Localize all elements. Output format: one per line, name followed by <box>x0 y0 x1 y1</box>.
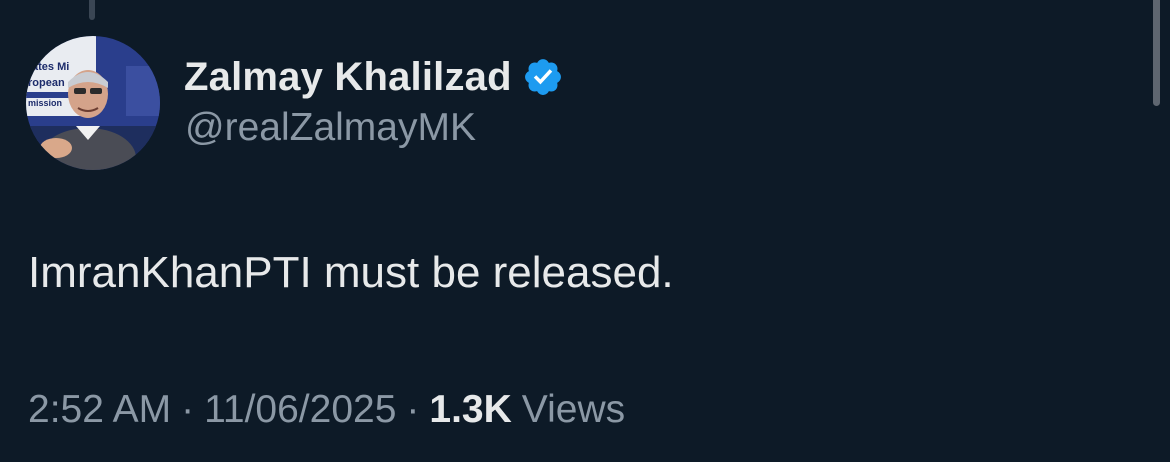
views-label: Views <box>521 388 626 431</box>
verified-badge-icon[interactable] <box>522 56 564 98</box>
tweet-time[interactable]: 2:52 AM <box>28 388 171 432</box>
avatar-banner-line-2: ropean <box>28 77 65 89</box>
meta-separator: · <box>406 388 420 431</box>
display-name-row[interactable]: Zalmay Khalilzad <box>184 52 564 102</box>
tweet-text: ImranKhanPTI must be released. <box>28 248 674 297</box>
avatar-photo: ates Mi ropean mission <box>26 36 160 170</box>
tweet-metadata: 2:52 AM · 11/06/2025 · 1.3K Views <box>28 388 625 432</box>
views-count[interactable]: 1.3K <box>429 388 511 432</box>
scrollbar[interactable] <box>1153 0 1160 106</box>
thread-connector-line <box>89 0 95 20</box>
display-name[interactable]: Zalmay Khalilzad <box>184 55 512 100</box>
tweet-date[interactable]: 11/06/2025 <box>204 388 396 432</box>
avatar-banner-line-1: ates Mi <box>32 61 69 73</box>
avatar-banner-line-3: mission <box>28 98 62 108</box>
user-handle[interactable]: @realZalmayMK <box>185 106 476 150</box>
meta-separator: · <box>181 388 195 431</box>
avatar[interactable]: ates Mi ropean mission <box>26 36 160 170</box>
